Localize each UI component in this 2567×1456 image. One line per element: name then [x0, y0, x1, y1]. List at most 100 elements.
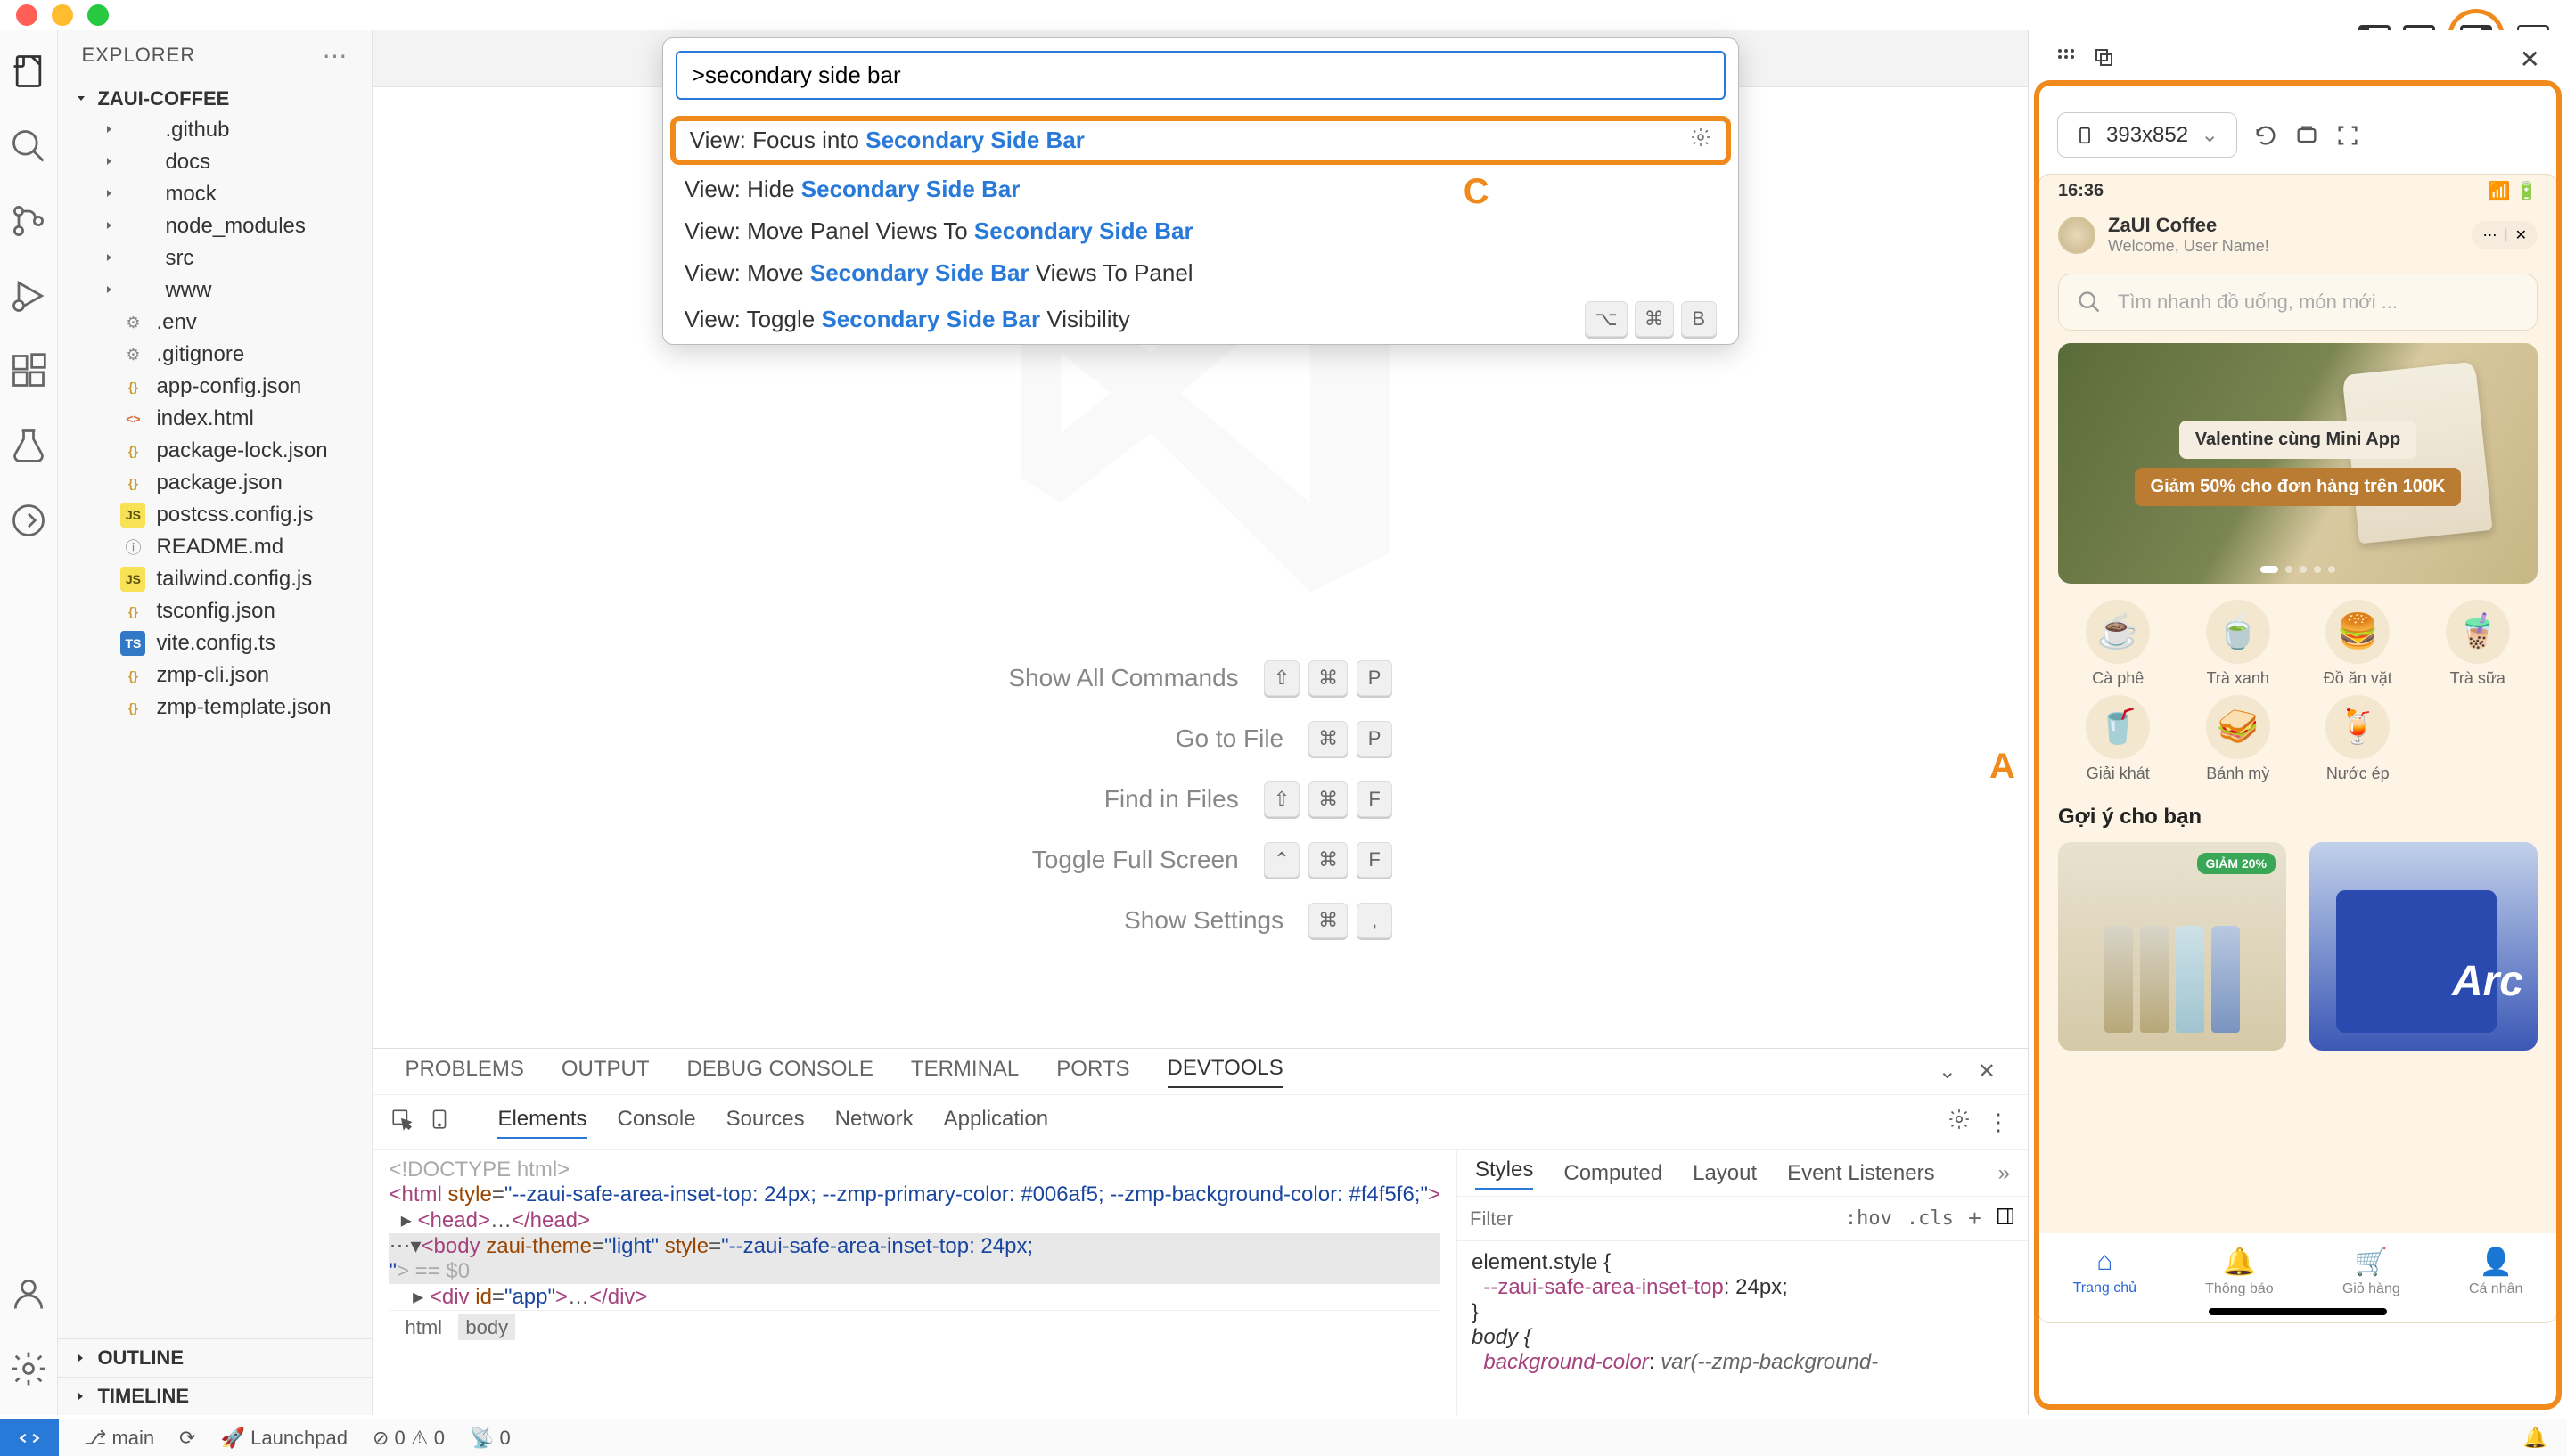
styles-more-icon[interactable]: » — [1998, 1161, 2010, 1186]
panel-close-icon[interactable]: ✕ — [1978, 1059, 1996, 1084]
extensions-icon[interactable] — [7, 349, 50, 392]
app-tab-item[interactable]: ⌂Trang chủ — [2073, 1247, 2136, 1296]
panel-tab[interactable]: TERMINAL — [911, 1057, 1019, 1087]
branch-indicator[interactable]: ⎇ main — [84, 1427, 154, 1450]
app-tab-item[interactable]: 👤Cá nhân — [2469, 1247, 2523, 1297]
outline-section[interactable]: OUTLINE — [58, 1338, 372, 1377]
popout-icon[interactable] — [2093, 46, 2114, 72]
product-card[interactable] — [2309, 842, 2538, 1051]
app-more-icon[interactable]: ⋯ — [2482, 226, 2497, 244]
notifications-icon[interactable]: 🔔 — [2523, 1427, 2547, 1450]
problems-indicator[interactable]: ⊘ 0 ⚠ 0 — [373, 1427, 445, 1450]
command-palette-item[interactable]: View: Hide Secondary Side Bar — [663, 168, 1738, 210]
remote-button[interactable] — [0, 1419, 59, 1456]
file-tree-item[interactable]: {}tsconfig.json — [58, 595, 372, 627]
explorer-more-icon[interactable]: ⋯ — [322, 41, 349, 70]
close-window-button[interactable] — [16, 4, 37, 26]
zalo-icon[interactable] — [7, 499, 50, 542]
reload-icon[interactable] — [2253, 123, 2278, 148]
devtools-settings-icon[interactable] — [1948, 1108, 1971, 1137]
hov-toggle[interactable]: :hov — [1845, 1207, 1892, 1230]
device-preview[interactable]: 16:36 📶 🔋 ZaUI Coffee Welcome, User Name… — [2038, 174, 2558, 1323]
file-tree-item[interactable]: docs — [58, 146, 372, 178]
file-tree-item[interactable]: JSpostcss.config.js — [58, 499, 372, 531]
styles-tab[interactable]: Styles — [1475, 1157, 1533, 1190]
file-tree-item[interactable]: ⚙.env — [58, 307, 372, 339]
device-dimensions-select[interactable]: 393x852 ⌄ — [2057, 112, 2237, 158]
devtools-tab[interactable]: Console — [618, 1107, 696, 1139]
file-tree-item[interactable]: ⚙.gitignore — [58, 339, 372, 371]
devtools-tab[interactable]: Sources — [726, 1107, 805, 1139]
file-tree-item[interactable]: node_modules — [58, 210, 372, 242]
devtools-tab[interactable]: Elements — [497, 1107, 586, 1139]
file-tree-item[interactable]: {}package-lock.json — [58, 435, 372, 467]
testing-icon[interactable] — [7, 424, 50, 467]
cls-toggle[interactable]: .cls — [1907, 1207, 1954, 1230]
file-tree-item[interactable]: {}package.json — [58, 467, 372, 499]
category-item[interactable]: 🍵Trà xanh — [2178, 600, 2299, 688]
maximize-window-button[interactable] — [87, 4, 109, 26]
device-toggle-icon[interactable] — [428, 1108, 451, 1137]
file-tree-item[interactable]: src — [58, 242, 372, 274]
search-icon[interactable] — [7, 125, 50, 168]
file-tree-item[interactable]: {}zmp-cli.json — [58, 659, 372, 691]
run-debug-icon[interactable] — [7, 274, 50, 317]
file-tree-item[interactable]: {}zmp-template.json — [58, 691, 372, 724]
source-control-icon[interactable] — [7, 200, 50, 242]
devtools-tab[interactable]: Application — [944, 1107, 1048, 1139]
folder-root[interactable]: ZAUI-COFFEE — [58, 84, 372, 114]
file-tree-item[interactable]: mock — [58, 178, 372, 210]
inspect-element-icon[interactable] — [390, 1108, 414, 1137]
close-secondary-icon[interactable]: ✕ — [2520, 45, 2540, 74]
file-tree-item[interactable]: TSvite.config.ts — [58, 627, 372, 659]
category-item[interactable]: 🥤Giải khát — [2058, 695, 2178, 783]
styles-tab[interactable]: Event Listeners — [1787, 1161, 1934, 1186]
file-tree-item[interactable]: JStailwind.config.js — [58, 563, 372, 595]
category-item[interactable]: 🧋Trà sữa — [2418, 600, 2538, 688]
command-palette-item[interactable]: View: Move Panel Views To Secondary Side… — [663, 210, 1738, 252]
app-search-input[interactable]: Tìm nhanh đồ uống, món mới ... — [2058, 274, 2538, 331]
command-palette-item[interactable]: View: Toggle Secondary Side Bar Visibili… — [663, 294, 1738, 344]
devtools-tab[interactable]: Network — [835, 1107, 914, 1139]
file-tree-item[interactable]: <>index.html — [58, 403, 372, 435]
category-item[interactable]: 🍹Nước ép — [2298, 695, 2418, 783]
dom-tree-pane[interactable]: <!DOCTYPE html> <html style="--zaui-safe… — [373, 1150, 1457, 1415]
account-icon[interactable] — [7, 1272, 50, 1315]
panel-tab[interactable]: PORTS — [1056, 1057, 1129, 1087]
file-tree-item[interactable]: {}app-config.json — [58, 371, 372, 403]
panel-tab[interactable]: OUTPUT — [562, 1057, 650, 1087]
app-tab-item[interactable]: 🛒Giỏ hàng — [2342, 1247, 2400, 1297]
ports-indicator[interactable]: 📡 0 — [470, 1427, 511, 1450]
category-item[interactable]: ☕Cà phê — [2058, 600, 2178, 688]
devtools-more-icon[interactable]: ⋮ — [1987, 1108, 2010, 1136]
timeline-section[interactable]: TIMELINE — [58, 1377, 372, 1415]
panel-chevron-icon[interactable]: ⌄ — [1939, 1059, 1956, 1084]
panel-tab[interactable]: DEVTOOLS — [1168, 1056, 1284, 1088]
app-tab-item[interactable]: 🔔Thông báo — [2205, 1247, 2274, 1297]
product-card[interactable]: GIẢM 20% — [2058, 842, 2286, 1051]
command-palette-input[interactable] — [676, 51, 1726, 100]
styles-filter-input[interactable] — [1470, 1207, 1831, 1231]
command-palette-item[interactable]: View: Move Secondary Side Bar Views To P… — [663, 252, 1738, 294]
app-close-icon[interactable]: ✕ — [2515, 226, 2527, 244]
panel-tab[interactable]: DEBUG CONSOLE — [687, 1057, 873, 1087]
file-tree-item[interactable]: ⓘREADME.md — [58, 531, 372, 563]
file-tree-item[interactable]: .github — [58, 114, 372, 146]
explorer-icon[interactable] — [7, 50, 50, 93]
styles-tab[interactable]: Layout — [1693, 1161, 1757, 1186]
grid-icon[interactable] — [2055, 46, 2077, 72]
panel-tab[interactable]: PROBLEMS — [405, 1057, 523, 1087]
category-item[interactable]: 🍔Đồ ăn vặt — [2298, 600, 2418, 688]
settings-gear-icon[interactable] — [7, 1347, 50, 1390]
toggle-computed-icon[interactable] — [1996, 1207, 2015, 1231]
command-palette-item[interactable]: View: Focus into Secondary Side Bar — [670, 116, 1731, 165]
styles-tab[interactable]: Computed — [1563, 1161, 1662, 1186]
sync-icon[interactable]: ⟳ — [179, 1427, 195, 1450]
screenshot-icon[interactable] — [2294, 123, 2319, 148]
minimize-window-button[interactable] — [52, 4, 73, 26]
new-style-icon[interactable]: + — [1968, 1205, 1981, 1232]
promo-banner[interactable]: Valentine cùng Mini App Giảm 50% cho đơn… — [2058, 343, 2538, 584]
launchpad-button[interactable]: 🚀 Launchpad — [221, 1427, 348, 1450]
category-item[interactable]: 🥪Bánh mỳ — [2178, 695, 2299, 783]
focus-icon[interactable] — [2335, 123, 2360, 148]
